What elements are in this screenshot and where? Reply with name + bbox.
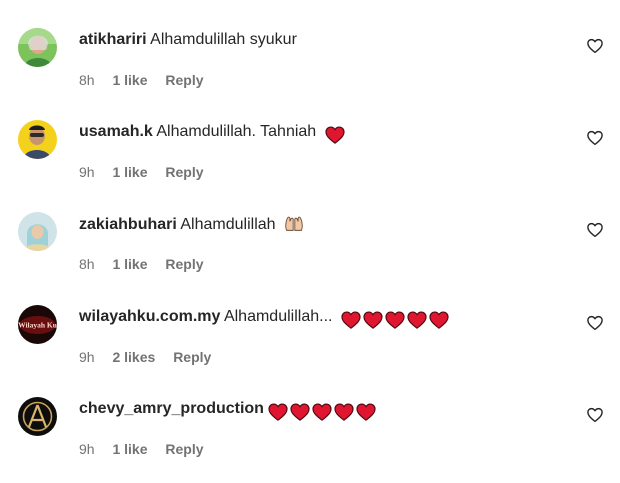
avatar[interactable] [18, 212, 57, 251]
likes-count[interactable]: 1 like [112, 256, 147, 272]
comment-time: 8h [79, 256, 95, 272]
username-link[interactable]: chevy_amry_production [79, 400, 264, 417]
heart-outline-icon[interactable] [586, 406, 604, 424]
red-heart-emoji [325, 126, 345, 144]
emoji-hearts [341, 311, 451, 331]
comment-text-line: wilayahku.com.my Alhamdulillah... [79, 307, 451, 331]
comment-meta: 9h 1 like Reply [79, 163, 218, 181]
comment-time: 9h [79, 441, 95, 457]
comment-item: chevy_amry_production 9h 1 like Reply [0, 395, 620, 465]
comment-time: 9h [79, 349, 95, 365]
comment-text: Alhamdulillah syukur [150, 31, 297, 48]
emoji-hearts [268, 403, 378, 423]
heart-outline-icon[interactable] [586, 221, 604, 239]
likes-count[interactable]: 2 likes [112, 349, 155, 365]
heart-outline-icon[interactable] [586, 314, 604, 332]
heart-outline-icon[interactable] [586, 129, 604, 147]
raising-hands-emoji [284, 214, 304, 238]
username-link[interactable]: usamah.k [79, 123, 153, 140]
red-heart-emoji [363, 311, 383, 329]
red-heart-emoji [268, 403, 288, 421]
heart-outline-icon[interactable] [586, 37, 604, 55]
avatar[interactable] [18, 397, 57, 436]
red-heart-emoji [290, 403, 310, 421]
reply-button[interactable]: Reply [173, 349, 211, 365]
avatar[interactable] [18, 120, 57, 159]
comment-time: 8h [79, 72, 95, 88]
red-heart-emoji [385, 311, 405, 329]
username-link[interactable]: atikhariri [79, 31, 147, 48]
comment-text-line: chevy_amry_production [79, 399, 378, 423]
comment-text-line: usamah.k Alhamdulillah. Tahniah [79, 122, 347, 146]
reply-button[interactable]: Reply [165, 441, 203, 457]
comment-item: atikhariri Alhamdulillah syukur 8h 1 lik… [0, 26, 620, 96]
red-heart-emoji [407, 311, 427, 329]
likes-count[interactable]: 1 like [112, 164, 147, 180]
avatar-logo-text: Wilayah Ku [18, 321, 57, 330]
comment-item: usamah.k Alhamdulillah. Tahniah 9h 1 lik… [0, 118, 620, 188]
comment-meta: 9h 2 likes Reply [79, 348, 225, 366]
comment-meta: 9h 1 like Reply [79, 440, 218, 458]
comment-meta: 8h 1 like Reply [79, 255, 218, 273]
red-heart-emoji [341, 311, 361, 329]
emoji-hearts [325, 126, 347, 146]
avatar[interactable]: Wilayah Ku [18, 305, 57, 344]
reply-button[interactable]: Reply [165, 164, 203, 180]
comment-text: Alhamdulillah [180, 216, 276, 233]
comment-time: 9h [79, 164, 95, 180]
red-heart-emoji [312, 403, 332, 421]
comment-text-line: zakiahbuhari Alhamdulillah [79, 214, 304, 238]
avatar[interactable] [18, 28, 57, 67]
likes-count[interactable]: 1 like [112, 72, 147, 88]
username-link[interactable]: zakiahbuhari [79, 216, 177, 233]
red-heart-emoji [356, 403, 376, 421]
likes-count[interactable]: 1 like [112, 441, 147, 457]
comment-item: zakiahbuhari Alhamdulillah 8h 1 like Rep… [0, 210, 620, 280]
comment-text: Alhamdulillah... [223, 308, 333, 325]
comment-text: Alhamdulillah. Tahniah [156, 123, 317, 140]
reply-button[interactable]: Reply [165, 256, 203, 272]
reply-button[interactable]: Reply [165, 72, 203, 88]
red-heart-emoji [429, 311, 449, 329]
red-heart-emoji [334, 403, 354, 421]
username-link[interactable]: wilayahku.com.my [79, 308, 220, 325]
comment-item: Wilayah Ku wilayahku.com.my Alhamdulilla… [0, 303, 620, 373]
comment-text-line: atikhariri Alhamdulillah syukur [79, 30, 297, 50]
comment-meta: 8h 1 like Reply [79, 71, 218, 89]
